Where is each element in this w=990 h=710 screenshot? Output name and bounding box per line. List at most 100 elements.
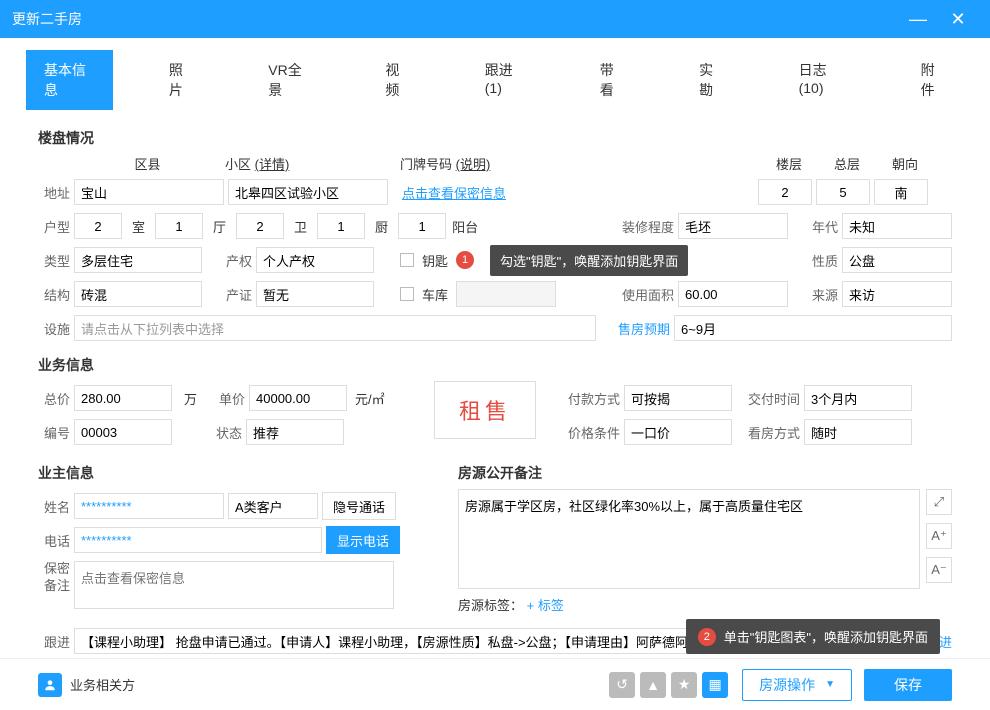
footer: 业务相关方 ↺ ▲ ★ ▦ 房源操作▼ 保存 bbox=[0, 658, 990, 710]
lbl-number: 编号 bbox=[38, 423, 70, 442]
input-customer-type[interactable] bbox=[228, 493, 318, 519]
input-payment[interactable] bbox=[624, 385, 732, 411]
lbl-source: 来源 bbox=[792, 285, 838, 304]
tab-basic[interactable]: 基本信息 bbox=[26, 50, 113, 110]
input-decoration[interactable] bbox=[678, 213, 788, 239]
input-facility[interactable] bbox=[74, 315, 596, 341]
minimize-icon[interactable]: — bbox=[898, 9, 938, 30]
hide-call-button[interactable]: 隐号通话 bbox=[322, 492, 396, 520]
lbl-year: 年代 bbox=[792, 217, 838, 236]
section-public-note: 房源公开备注 bbox=[458, 463, 952, 483]
input-number[interactable] bbox=[74, 419, 172, 445]
input-name[interactable] bbox=[74, 493, 224, 519]
input-rooms[interactable] bbox=[74, 213, 122, 239]
lbl-facility: 设施 bbox=[38, 319, 70, 338]
tab-attach[interactable]: 附件 bbox=[903, 50, 964, 110]
tab-log[interactable]: 日志(10) bbox=[781, 50, 865, 110]
input-kitchens[interactable] bbox=[317, 213, 365, 239]
hdr-orientation: 朝向 bbox=[876, 154, 934, 173]
rent-sale-badge: 租售 bbox=[434, 381, 536, 439]
input-floor[interactable] bbox=[758, 179, 812, 205]
lbl-view-method: 看房方式 bbox=[736, 423, 800, 442]
input-view-method[interactable] bbox=[804, 419, 912, 445]
lbl-nature: 性质 bbox=[792, 251, 838, 270]
lbl-area: 使用面积 bbox=[614, 285, 674, 304]
lbl-secret-note: 保密 备注 bbox=[38, 561, 70, 595]
input-phone[interactable] bbox=[74, 527, 322, 553]
doorplate-note-link[interactable]: (说明) bbox=[456, 157, 491, 172]
community-detail-link[interactable]: (详情) bbox=[255, 157, 290, 172]
close-icon[interactable]: ✕ bbox=[938, 9, 978, 30]
tab-visit[interactable]: 带看 bbox=[582, 50, 643, 110]
input-community[interactable] bbox=[228, 179, 388, 205]
input-garage[interactable] bbox=[456, 281, 556, 307]
textarea-secret-note[interactable] bbox=[74, 561, 394, 609]
footer-star-icon[interactable]: ★ bbox=[671, 672, 697, 698]
input-orientation[interactable] bbox=[874, 179, 928, 205]
tooltip-key: 勾选"钥匙"，唤醒添加钥匙界面 bbox=[490, 245, 688, 276]
input-baths[interactable] bbox=[236, 213, 284, 239]
tab-follow[interactable]: 跟进(1) bbox=[467, 50, 544, 110]
add-tag-link[interactable]: + 标签 bbox=[527, 598, 564, 613]
hdr-community: 小区 bbox=[225, 157, 251, 172]
font-decrease-icon[interactable]: A⁻ bbox=[926, 557, 952, 583]
input-balconies[interactable] bbox=[398, 213, 446, 239]
person-icon bbox=[38, 673, 62, 697]
hdr-doorplate: 门牌号码 bbox=[400, 157, 452, 172]
lbl-expect: 售房预期 bbox=[600, 319, 670, 338]
textarea-public-note[interactable]: 房源属于学区房，社区绿化率30%以上，属于高质量住宅区 bbox=[458, 489, 920, 589]
expand-icon[interactable]: ⤢ bbox=[926, 489, 952, 515]
hdr-total-floor: 总层 bbox=[818, 154, 876, 173]
font-increase-icon[interactable]: A⁺ bbox=[926, 523, 952, 549]
caret-down-icon: ▼ bbox=[825, 679, 835, 690]
input-type[interactable] bbox=[74, 247, 202, 273]
tab-vr[interactable]: VR全景 bbox=[250, 50, 329, 110]
operation-button[interactable]: 房源操作▼ bbox=[742, 669, 852, 701]
tooltip-key-icon: 2 单击"钥匙图表"，唤醒添加钥匙界面 bbox=[686, 619, 940, 654]
lbl-status: 状态 bbox=[206, 423, 242, 442]
lbl-related[interactable]: 业务相关方 bbox=[70, 675, 135, 694]
footer-key-icon[interactable]: ▦ bbox=[702, 672, 728, 698]
lbl-name: 姓名 bbox=[38, 497, 70, 516]
tab-photo[interactable]: 照片 bbox=[151, 50, 212, 110]
input-expect[interactable] bbox=[674, 315, 952, 341]
save-button[interactable]: 保存 bbox=[864, 669, 952, 701]
hdr-district: 区县 bbox=[70, 154, 225, 173]
footer-up-icon[interactable]: ▲ bbox=[640, 672, 666, 698]
tab-video[interactable]: 视频 bbox=[367, 50, 428, 110]
lbl-total-price: 总价 bbox=[38, 389, 70, 408]
checkbox-key[interactable] bbox=[400, 253, 414, 267]
input-delivery[interactable] bbox=[804, 385, 912, 411]
input-unit-price[interactable] bbox=[249, 385, 347, 411]
doorplate-secret-link[interactable]: 点击查看保密信息 bbox=[392, 183, 754, 202]
lbl-cert: 产证 bbox=[206, 285, 252, 304]
input-total-floor[interactable] bbox=[816, 179, 870, 205]
footer-history-icon[interactable]: ↺ bbox=[609, 672, 635, 698]
lbl-followup: 跟进 bbox=[38, 632, 70, 651]
input-status[interactable] bbox=[246, 419, 344, 445]
input-nature[interactable] bbox=[842, 247, 952, 273]
lbl-tags: 房源标签： bbox=[458, 598, 523, 613]
input-halls[interactable] bbox=[155, 213, 203, 239]
hdr-floor: 楼层 bbox=[760, 154, 818, 173]
input-structure[interactable] bbox=[74, 281, 202, 307]
input-area[interactable] bbox=[678, 281, 788, 307]
input-cert[interactable] bbox=[256, 281, 374, 307]
input-total-price[interactable] bbox=[74, 385, 172, 411]
input-ownership[interactable] bbox=[256, 247, 374, 273]
lbl-layout: 户型 bbox=[38, 217, 70, 236]
tabs: 基本信息 照片 VR全景 视频 跟进(1) 带看 实勘 日志(10) 附件 bbox=[0, 38, 990, 110]
input-year[interactable] bbox=[842, 213, 952, 239]
lbl-unit-price: 单价 bbox=[209, 389, 245, 408]
input-source[interactable] bbox=[842, 281, 952, 307]
tab-survey[interactable]: 实勘 bbox=[681, 50, 742, 110]
lbl-payment: 付款方式 bbox=[560, 389, 620, 408]
titlebar: 更新二手房 — ✕ bbox=[0, 0, 990, 38]
lbl-address: 地址 bbox=[38, 183, 70, 202]
input-district[interactable] bbox=[74, 179, 224, 205]
show-phone-button[interactable]: 显示电话 bbox=[326, 526, 400, 554]
checkbox-garage[interactable] bbox=[400, 287, 414, 301]
input-price-cond[interactable] bbox=[624, 419, 732, 445]
section-property: 楼盘情况 bbox=[38, 128, 952, 148]
lbl-garage: 车库 bbox=[422, 285, 448, 304]
